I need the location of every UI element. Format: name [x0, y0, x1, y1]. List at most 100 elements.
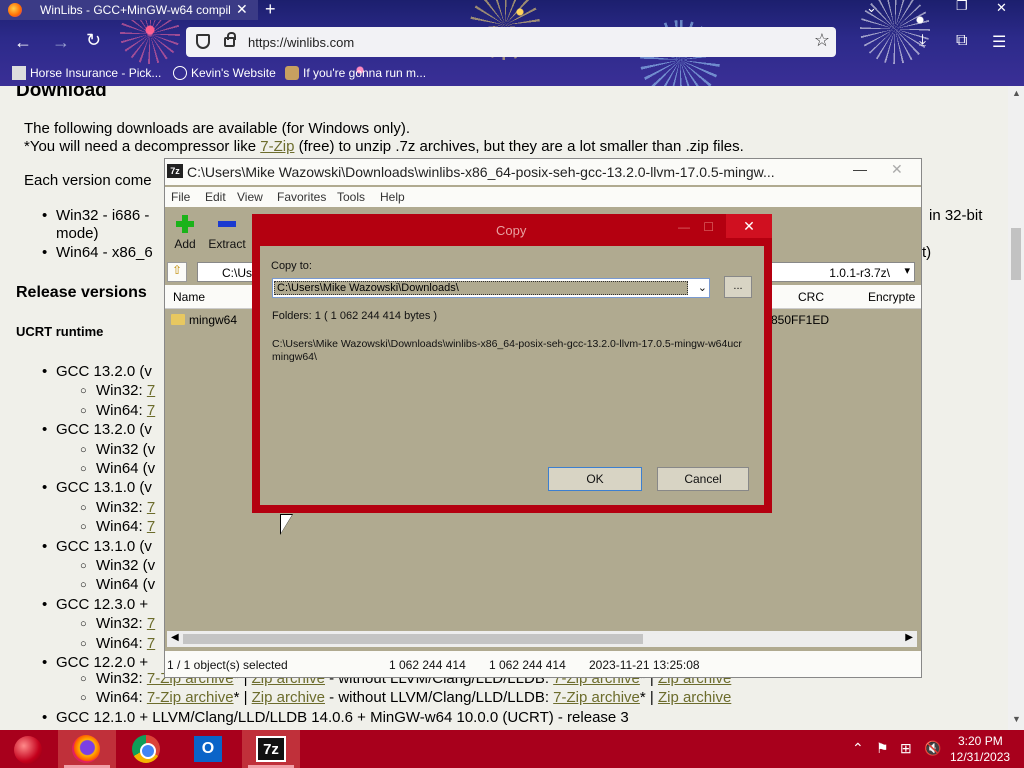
- folder-up-icon[interactable]: ⇧: [167, 262, 187, 282]
- scroll-down-arrow-icon[interactable]: ▼: [1012, 714, 1021, 724]
- archive-link[interactable]: 7: [147, 615, 155, 632]
- reload-icon[interactable]: ↻: [86, 30, 101, 51]
- url-text[interactable]: https://winlibs.com: [248, 35, 354, 50]
- downloads-icon[interactable]: ⤓: [919, 32, 926, 50]
- archive-link[interactable]: 7: [147, 382, 155, 399]
- volume-muted-icon[interactable]: 🔇: [924, 740, 941, 757]
- ucrt-runtime-heading: UCRT runtime: [16, 324, 104, 339]
- forward-arrow-icon[interactable]: →: [52, 32, 70, 53]
- 7zip-statusbar: 1 / 1 object(s) selected 1 062 244 414 1…: [165, 651, 921, 677]
- gcc-release-item: GCC 13.1.0 (v: [42, 538, 152, 555]
- extract-button[interactable]: Extract: [202, 209, 252, 251]
- 7zip-menubar: File Edit View Favorites Tools Help: [165, 187, 921, 207]
- new-tab-button[interactable]: +: [265, 0, 276, 20]
- chrome-icon: [132, 735, 160, 763]
- scroll-up-arrow-icon[interactable]: ▲: [1012, 88, 1021, 98]
- chevron-down-icon[interactable]: ⌄: [698, 281, 707, 294]
- column-name[interactable]: Name: [173, 290, 205, 304]
- lock-icon[interactable]: [224, 32, 236, 47]
- release-download-item: Win32 (v: [80, 441, 155, 458]
- close-icon[interactable]: ✕: [726, 214, 772, 238]
- clock-date[interactable]: 12/31/2023: [950, 750, 1010, 764]
- network-icon[interactable]: ⊞: [900, 740, 912, 757]
- clock-time[interactable]: 3:20 PM: [958, 734, 1003, 748]
- archive-link[interactable]: 7: [147, 499, 155, 516]
- destination-combobox[interactable]: C:\Users\Mike Wazowski\Downloads\ ⌄: [272, 278, 710, 298]
- release-versions-heading: Release versions: [16, 284, 147, 301]
- gcc-release-item: GCC 13.2.0 (v: [42, 363, 152, 380]
- 7zip-archive-link[interactable]: 7-Zip archive: [147, 689, 234, 706]
- release-download-item: Win64: 7: [80, 402, 155, 419]
- copy-dialog-titlebar[interactable]: Copy — ☐ ✕: [252, 214, 772, 246]
- extensions-icon[interactable]: ⧉: [956, 32, 967, 50]
- zip-archive-link[interactable]: Zip archive: [252, 689, 325, 706]
- column-crc[interactable]: CRC: [798, 290, 824, 304]
- bookmark-kevins-website[interactable]: Kevin's Website: [173, 66, 276, 80]
- address-text-right: 1.0.1-r3.7z\: [829, 266, 890, 280]
- taskbar-chrome[interactable]: [118, 730, 176, 768]
- 7zip-icon: 7z: [256, 736, 286, 762]
- hscroll-thumb[interactable]: [183, 634, 643, 644]
- each-version-text: Each version come: [24, 172, 152, 189]
- scroll-left-arrow-icon[interactable]: ◀: [171, 632, 179, 643]
- release-download-item: Win32: 7: [80, 382, 155, 399]
- archive-link[interactable]: 7: [147, 635, 155, 652]
- action-center-flag-icon[interactable]: ⚑: [876, 740, 889, 757]
- browser-toolbar: WinLibs - GCC+MinGW-w64 compil ✕ + ⌄ ❐ ✕…: [0, 0, 1024, 86]
- scrollbar-thumb[interactable]: [1011, 228, 1021, 280]
- bookmarks-bar: Horse Insurance - Pick... Kevin's Websit…: [0, 62, 1024, 84]
- 7zip-archive-link[interactable]: 7-Zip archive: [553, 689, 640, 706]
- scroll-right-arrow-icon[interactable]: ▶: [905, 632, 913, 643]
- maximize-icon: ☐: [703, 220, 714, 234]
- back-arrow-icon[interactable]: ←: [14, 32, 32, 53]
- release-download-item: Win32: 7: [80, 615, 155, 632]
- bookmark-gonna-run[interactable]: If you're gonna run m...: [285, 66, 426, 80]
- intro-line-1: The following downloads are available (f…: [24, 120, 411, 137]
- menu-tools[interactable]: Tools: [337, 190, 365, 204]
- outlook-icon: O: [194, 736, 222, 762]
- archive-link[interactable]: 7: [147, 518, 155, 535]
- start-button[interactable]: [6, 732, 52, 766]
- gcc-release-item: GCC 12.2.0 +: [42, 654, 148, 671]
- close-tab-icon[interactable]: ✕: [236, 1, 248, 18]
- bookmark-horse-insurance[interactable]: Horse Insurance - Pick...: [12, 66, 161, 80]
- cancel-button[interactable]: Cancel: [657, 467, 749, 491]
- chevron-down-icon[interactable]: ▾: [904, 264, 910, 277]
- menu-favorites[interactable]: Favorites: [277, 190, 326, 204]
- destination-path-input[interactable]: C:\Users\Mike Wazowski\Downloads\: [274, 281, 688, 295]
- menu-view[interactable]: View: [237, 190, 263, 204]
- minus-icon: [218, 221, 236, 227]
- copy-dialog-title: Copy: [496, 223, 527, 238]
- win32-mode-text: mode): [56, 225, 99, 242]
- menu-hamburger-icon[interactable]: ☰: [992, 32, 1006, 52]
- plus-icon: [176, 215, 194, 233]
- menu-help[interactable]: Help: [380, 190, 405, 204]
- menu-file[interactable]: File: [171, 190, 190, 204]
- taskbar-firefox[interactable]: [58, 730, 116, 768]
- restore-window-icon[interactable]: ❐: [956, 0, 968, 14]
- browse-button[interactable]: ...: [724, 276, 752, 298]
- tab-list-chevron-icon[interactable]: ⌄: [866, 0, 877, 16]
- close-window-icon[interactable]: ✕: [996, 0, 1007, 16]
- tab-winlibs[interactable]: WinLibs - GCC+MinGW-w64 compil ✕: [0, 0, 258, 20]
- taskbar-outlook[interactable]: O: [180, 730, 238, 768]
- address-bar[interactable]: https://winlibs.com ☆: [186, 27, 836, 57]
- folders-info: Folders: 1 ( 1 062 244 414 bytes ): [272, 310, 438, 322]
- zip-archive-link[interactable]: Zip archive: [658, 689, 731, 706]
- minimize-icon[interactable]: —: [853, 161, 867, 177]
- menu-edit[interactable]: Edit: [205, 190, 226, 204]
- win64-bullet-tail: t): [922, 244, 932, 261]
- bookmark-favicon-icon: [285, 66, 299, 80]
- ok-button[interactable]: OK: [548, 467, 642, 491]
- horizontal-scrollbar[interactable]: ◀ ▶: [167, 631, 917, 647]
- bookmark-star-icon[interactable]: ☆: [814, 30, 830, 51]
- close-icon[interactable]: ✕: [891, 161, 903, 178]
- show-hidden-icons-icon[interactable]: ⌃: [852, 740, 864, 757]
- archive-link[interactable]: 7: [147, 402, 155, 419]
- taskbar-7zip[interactable]: 7z: [242, 730, 300, 768]
- 7zip-titlebar[interactable]: 7z C:\Users\Mike Wazowski\Downloads\winl…: [165, 159, 921, 185]
- 7zip-link[interactable]: 7-Zip: [260, 138, 294, 155]
- column-encrypted[interactable]: Encrypte: [868, 290, 915, 304]
- page-scrollbar[interactable]: ▲ ▼: [1008, 86, 1024, 730]
- tracking-shield-icon[interactable]: [196, 34, 210, 49]
